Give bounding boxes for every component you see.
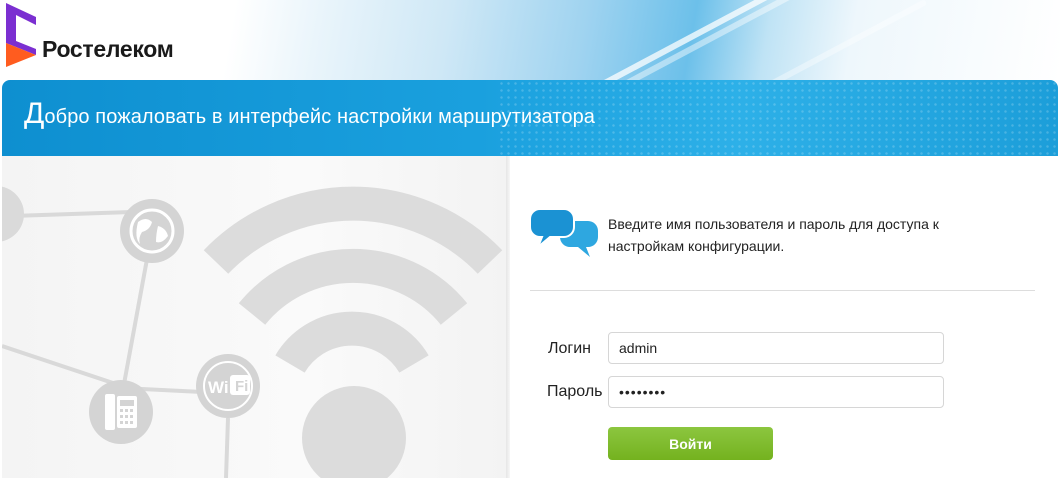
login-instructions: Введите имя пользователя и пароль для до… bbox=[608, 216, 939, 254]
page-header: Ростелеком bbox=[0, 0, 1060, 80]
wifi-signal-icon bbox=[203, 186, 503, 374]
svg-text:Fi: Fi bbox=[235, 378, 248, 395]
svg-text:Wi: Wi bbox=[208, 378, 229, 397]
rostelecom-logo-icon bbox=[6, 3, 36, 67]
wifi-label-icon: Wi Fi bbox=[196, 354, 260, 418]
password-input[interactable] bbox=[608, 376, 944, 408]
login-input[interactable] bbox=[608, 332, 944, 364]
wifi-signal-dot bbox=[302, 386, 406, 478]
rostelecom-logo[interactable]: Ростелеком bbox=[4, 3, 204, 67]
header-decor-streak bbox=[537, 0, 823, 80]
network-illustration: Wi Fi bbox=[2, 156, 506, 478]
logo-text: Ростелеком bbox=[42, 36, 174, 62]
login-panel bbox=[510, 156, 1058, 478]
header-decor-streak bbox=[712, 0, 928, 80]
node-circle bbox=[2, 186, 24, 242]
banner-title-text: обро пожаловать в интерфейс настройки ма… bbox=[44, 106, 596, 128]
globe-icon bbox=[120, 199, 184, 263]
banner-title-initial: Д bbox=[24, 97, 45, 130]
password-label: Пароль bbox=[547, 383, 603, 400]
phone-icon bbox=[89, 380, 153, 444]
login-button[interactable]: Войти bbox=[608, 427, 773, 460]
network-illustration-graphic: Wi Fi bbox=[2, 186, 503, 478]
chat-bubbles-icon bbox=[530, 208, 598, 257]
login-label: Логин bbox=[548, 340, 592, 357]
banner-title: Добро пожаловать в интерфейс настройки м… bbox=[24, 99, 596, 129]
welcome-banner: Добро пожаловать в интерфейс настройки м… bbox=[2, 80, 1058, 156]
form-divider bbox=[530, 290, 1035, 291]
